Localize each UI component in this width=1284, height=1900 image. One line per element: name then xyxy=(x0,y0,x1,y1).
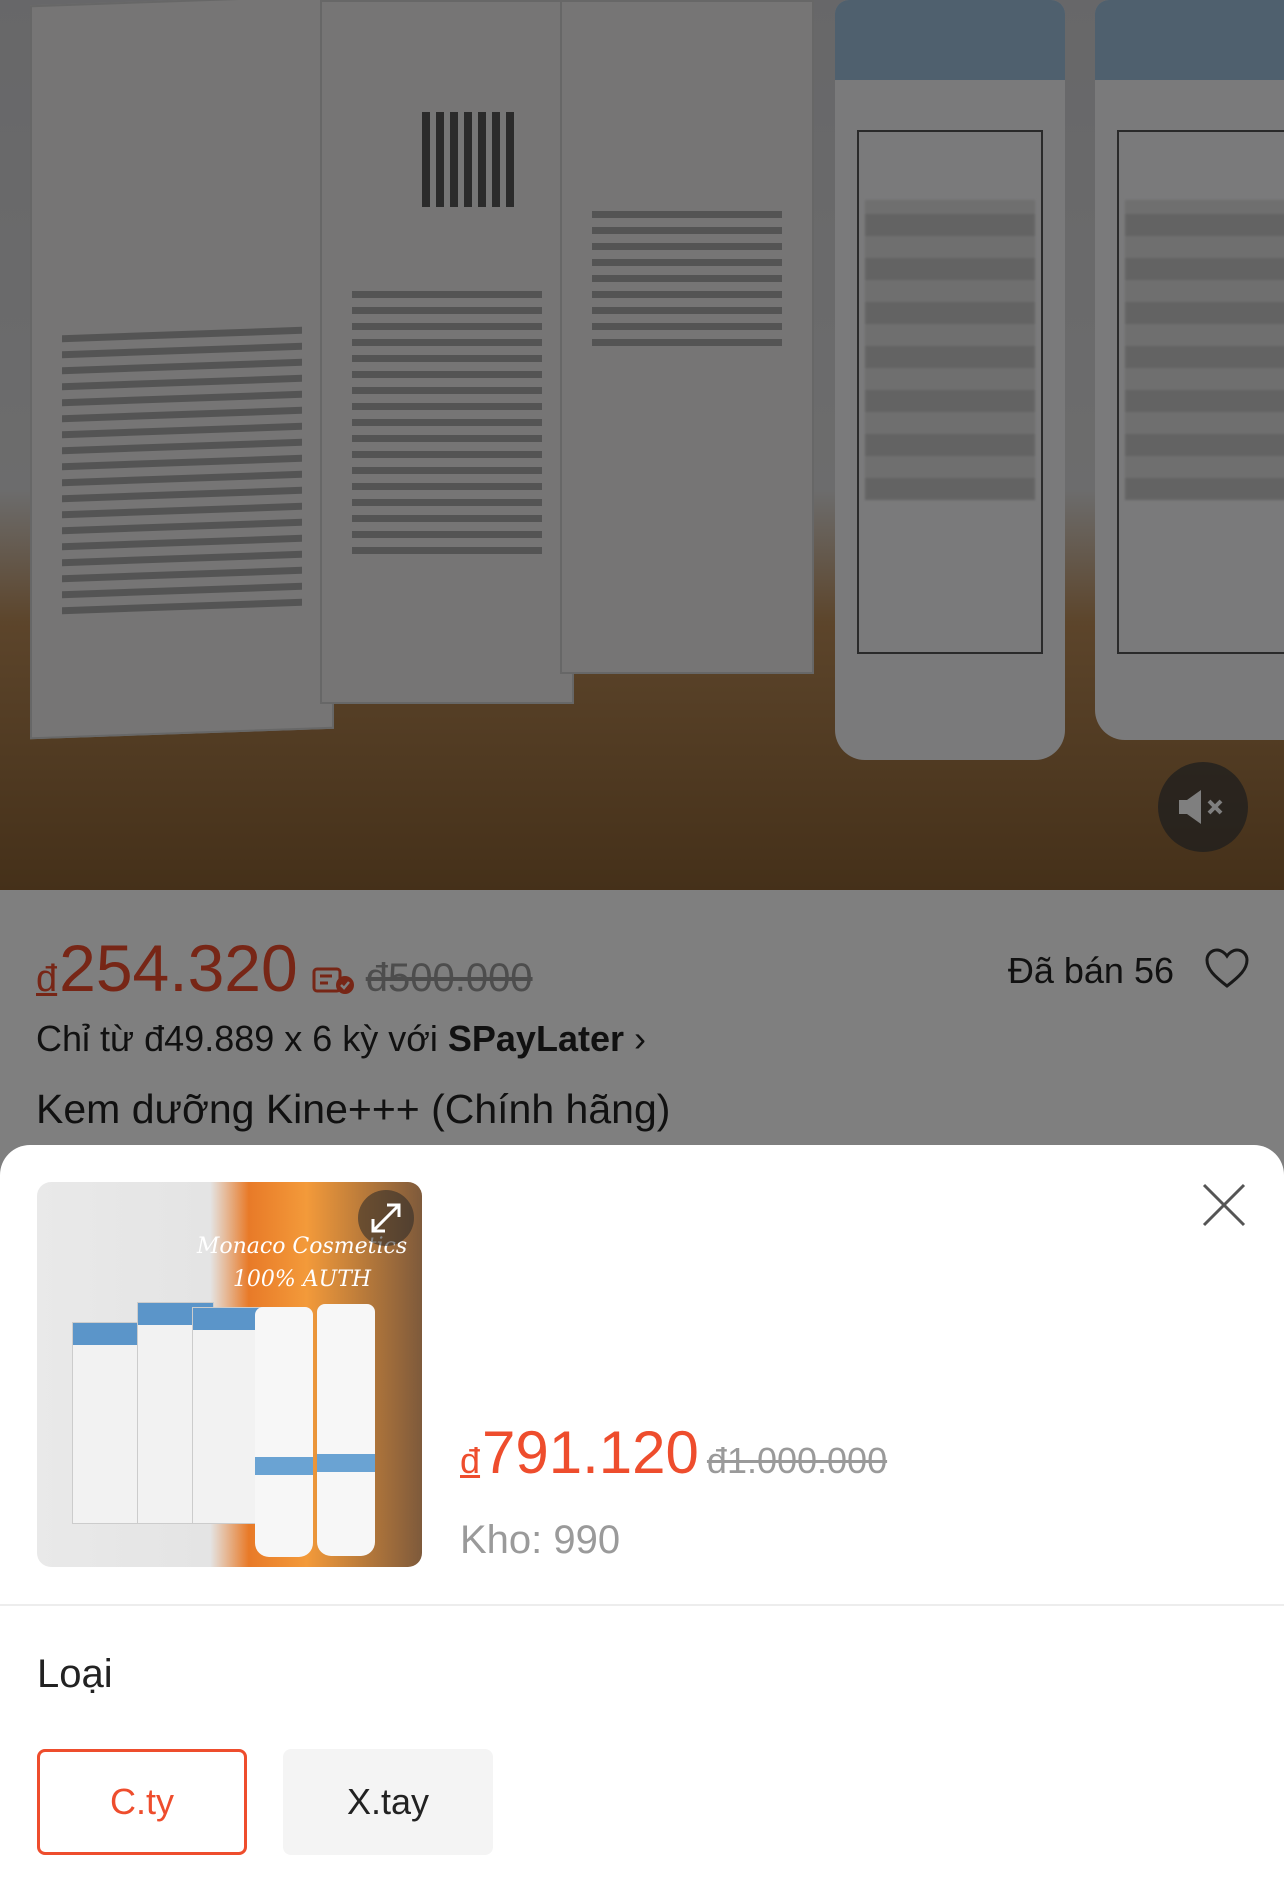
variant-price: 791.120 xyxy=(482,1419,699,1486)
currency-symbol: đ xyxy=(460,1440,481,1481)
divider xyxy=(0,1604,1284,1606)
stock-count: Kho: 990 xyxy=(460,1518,621,1562)
variant-bottom-sheet: Monaco Cosmetics 100% AUTH đ 791.120 đ1.… xyxy=(0,1145,1284,1900)
close-icon xyxy=(1202,1183,1246,1227)
thumb-bottle xyxy=(317,1304,375,1556)
thumb-box xyxy=(192,1307,264,1524)
thumb-bottle xyxy=(255,1307,313,1557)
variant-thumbnail[interactable]: Monaco Cosmetics 100% AUTH xyxy=(37,1182,422,1567)
expand-button[interactable] xyxy=(358,1190,414,1246)
thumb-caption-2: 100% AUTH xyxy=(232,1267,372,1292)
close-button[interactable] xyxy=(1194,1175,1254,1235)
option-cty[interactable]: C.ty xyxy=(37,1749,247,1855)
expand-icon xyxy=(371,1203,401,1233)
variant-section-label: Loại xyxy=(37,1652,113,1696)
option-xtay[interactable]: X.tay xyxy=(283,1749,493,1855)
variant-original-price: đ1.000.000 xyxy=(706,1440,888,1481)
variant-price-row: đ 791.120 đ1.000.000 xyxy=(460,1418,887,1487)
